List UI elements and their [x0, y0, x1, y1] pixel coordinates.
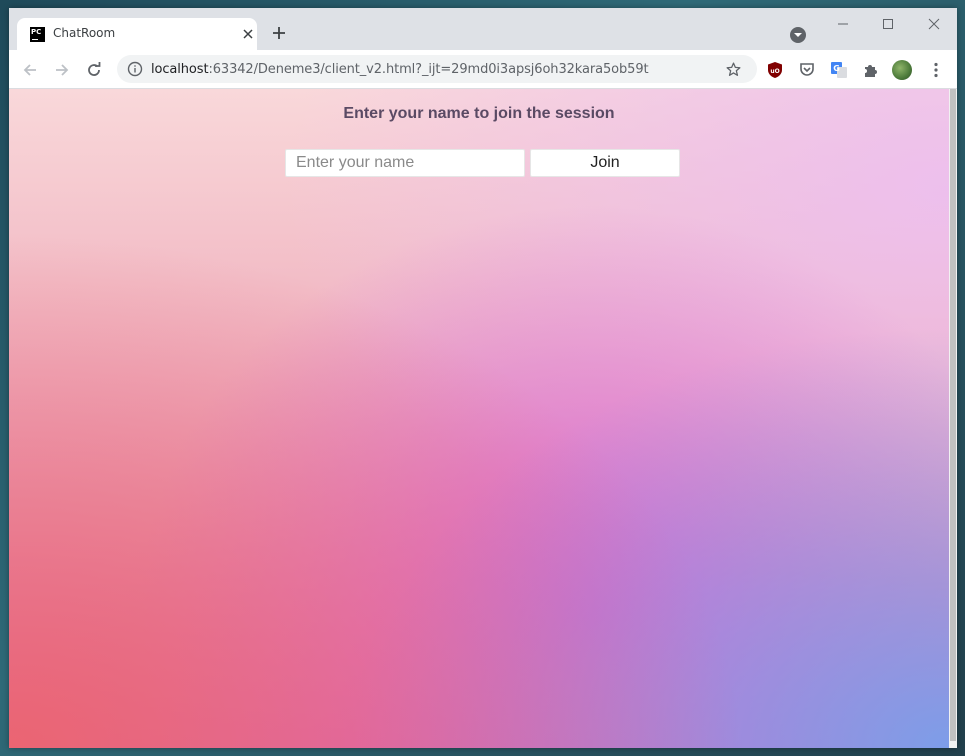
svg-text:uO: uO: [770, 68, 779, 75]
url-text[interactable]: localhost:63342/Deneme3/client_v2.html?_…: [151, 62, 649, 77]
join-button[interactable]: Join: [530, 149, 680, 177]
maximize-icon[interactable]: [880, 16, 896, 32]
more-vert-icon[interactable]: [927, 61, 945, 79]
close-window-icon[interactable]: [926, 16, 942, 32]
pycharm-favicon-icon: PC: [30, 27, 45, 42]
name-input[interactable]: [285, 149, 525, 177]
puzzle-icon[interactable]: [862, 61, 880, 79]
url-path: :63342/Deneme3/client_v2.html?_ijt=29md0…: [208, 62, 649, 77]
tab-search-icon[interactable]: [790, 27, 806, 43]
page-content: Enter your name to join the session Join: [9, 89, 949, 748]
google-translate-icon[interactable]: G: [830, 61, 848, 79]
join-heading: Enter your name to join the session: [343, 105, 615, 122]
tab-chatroom[interactable]: PC ChatRoom: [17, 18, 257, 50]
browser-toolbar: localhost:63342/Deneme3/client_v2.html?_…: [9, 50, 957, 89]
url-host: localhost: [151, 62, 209, 77]
avatar-icon[interactable]: [892, 60, 912, 80]
svg-text:G: G: [833, 64, 840, 73]
ublock-icon[interactable]: uO: [766, 61, 784, 79]
browser-window: PC ChatRoom localhost:63342/Deneme3/clie…: [9, 8, 957, 748]
reload-icon[interactable]: [85, 61, 103, 79]
scrollbar-thumb[interactable]: [950, 89, 956, 741]
arrow-left-icon[interactable]: [21, 61, 39, 79]
new-tab-icon[interactable]: [271, 25, 287, 41]
tab-title: ChatRoom: [53, 26, 116, 40]
pocket-icon[interactable]: [798, 61, 816, 79]
scrollbar[interactable]: [949, 89, 957, 748]
arrow-right-icon[interactable]: [53, 61, 71, 79]
minimize-icon[interactable]: [835, 16, 851, 32]
tab-strip: PC ChatRoom: [9, 8, 957, 50]
star-icon[interactable]: [725, 61, 742, 78]
info-icon[interactable]: [127, 61, 143, 77]
address-bar[interactable]: localhost:63342/Deneme3/client_v2.html?_…: [117, 55, 757, 83]
close-tab-icon[interactable]: [241, 27, 255, 41]
